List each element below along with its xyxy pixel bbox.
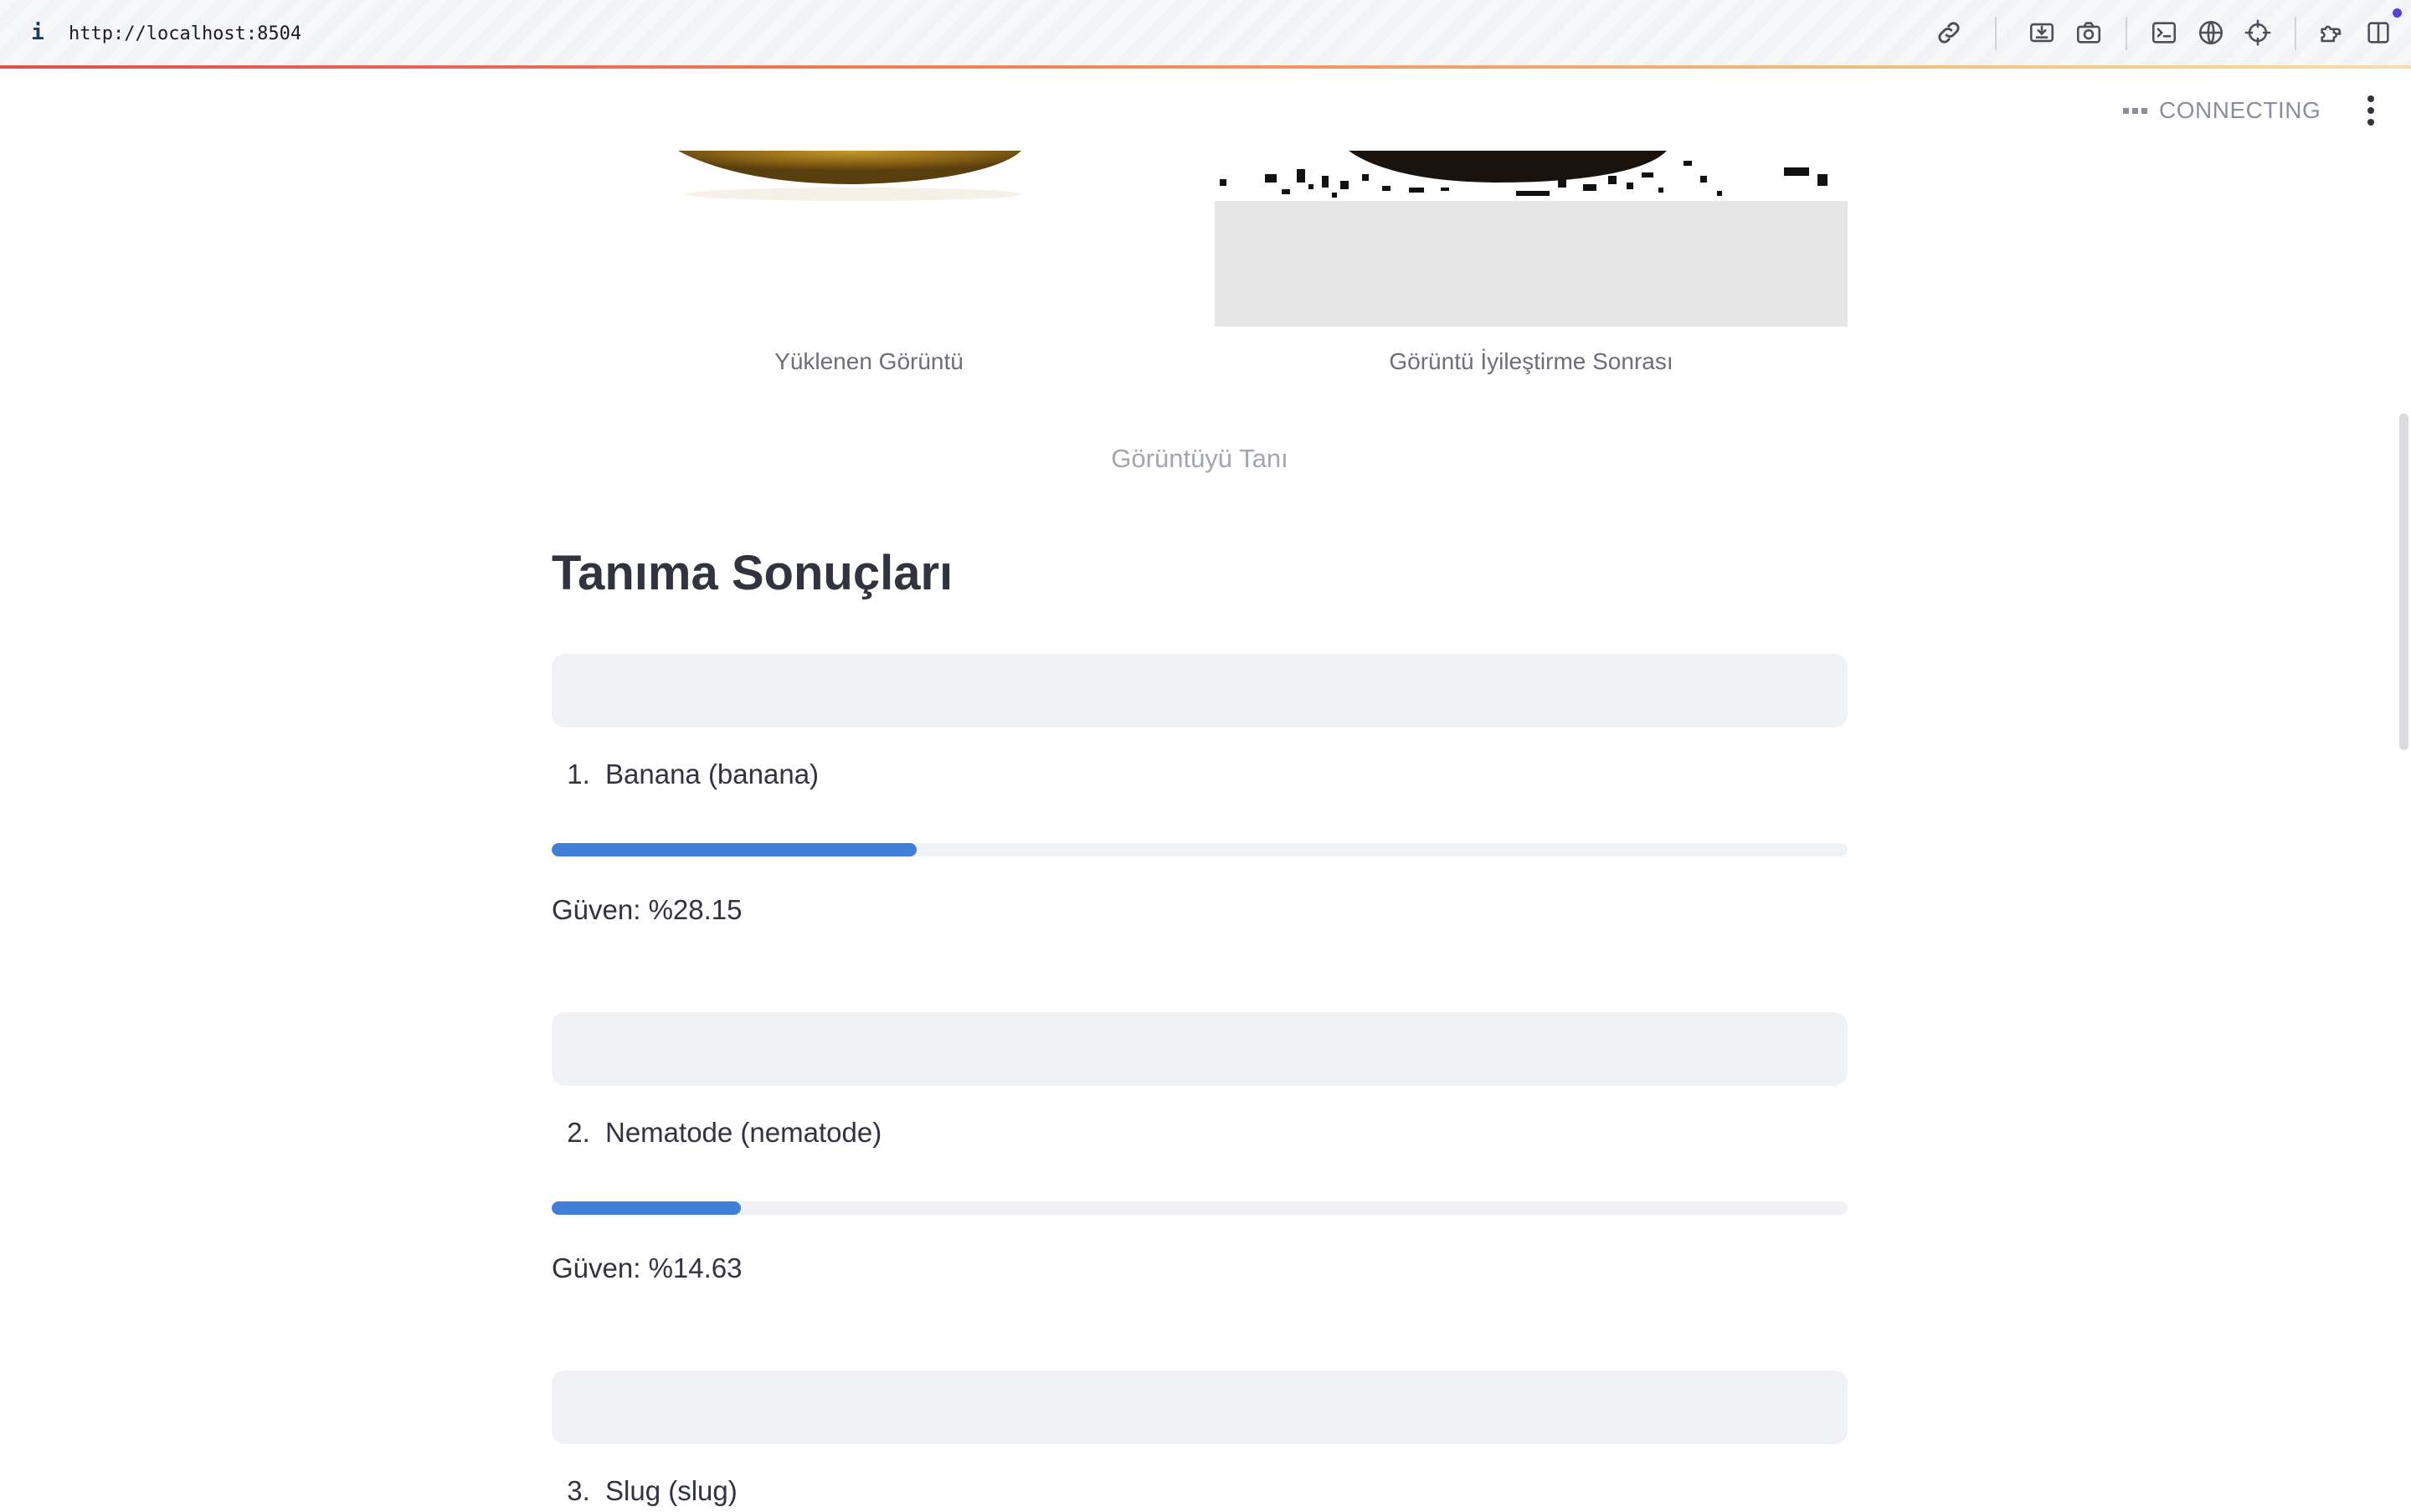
- result-rank: 2.: [567, 1117, 590, 1148]
- confidence-progress-bar: [552, 843, 1848, 856]
- result-label: Nematode (nematode): [605, 1117, 882, 1148]
- result-rank: 1.: [567, 759, 590, 789]
- inspect-icon[interactable]: [2028, 18, 2056, 47]
- connection-status: CONNECTING: [2123, 94, 2321, 127]
- uploaded-image-caption: Yüklenen Görüntü: [774, 348, 964, 374]
- notification-dot: [2393, 8, 2402, 18]
- progress-fill: [552, 843, 917, 856]
- result-item: 2. Nematode (nematode): [552, 1112, 882, 1154]
- camera-icon[interactable]: [2074, 18, 2103, 47]
- results-title: Tanıma Sonuçları: [552, 546, 954, 600]
- result-label: Slug (slug): [605, 1475, 738, 1506]
- scrollbar-thumb[interactable]: [2399, 414, 2408, 750]
- enhanced-image-caption: Görüntü İyileştirme Sonrası: [1389, 348, 1673, 374]
- confidence-text: Güven: %14.63: [552, 1252, 743, 1283]
- result-item: 1. Banana (banana): [552, 753, 819, 795]
- kebab-menu-icon[interactable]: [2361, 94, 2381, 127]
- confidence-text: Güven: %28.15: [552, 894, 743, 925]
- connecting-dots-icon: [2123, 107, 2147, 114]
- terminal-icon[interactable]: [2150, 18, 2178, 47]
- result-label: Banana (banana): [605, 759, 820, 789]
- page-scrollbar[interactable]: [2398, 69, 2411, 1507]
- toolbar-divider: [2126, 17, 2127, 50]
- loading-accent-bar: [0, 65, 2411, 69]
- result-box: [552, 654, 1848, 728]
- crosshair-icon[interactable]: [2244, 18, 2272, 47]
- browser-toolbar: i http://localhost:8504: [0, 0, 2411, 65]
- sidebar-icon[interactable]: [2364, 18, 2393, 47]
- status-text: CONNECTING: [2159, 97, 2321, 123]
- result-item: 3. Slug (slug): [552, 1470, 738, 1512]
- enhanced-image: [1215, 151, 1848, 327]
- progress-fill: [552, 1201, 742, 1215]
- confidence-progress-bar: [552, 1201, 1848, 1215]
- uploaded-image: [553, 151, 1185, 327]
- result-rank: 3.: [567, 1475, 590, 1506]
- recognize-image-button[interactable]: Görüntüyü Tanı: [1038, 435, 1361, 482]
- extensions-icon[interactable]: [2317, 18, 2346, 47]
- result-box: [552, 1371, 1848, 1444]
- globe-icon[interactable]: [2197, 18, 2225, 47]
- toolbar-divider: [1995, 17, 1997, 50]
- url-bar[interactable]: http://localhost:8504: [69, 20, 301, 49]
- toolbar-divider: [2295, 17, 2296, 50]
- info-icon[interactable]: i: [28, 18, 47, 47]
- link-icon[interactable]: [1935, 18, 1963, 47]
- result-box: [552, 1012, 1848, 1086]
